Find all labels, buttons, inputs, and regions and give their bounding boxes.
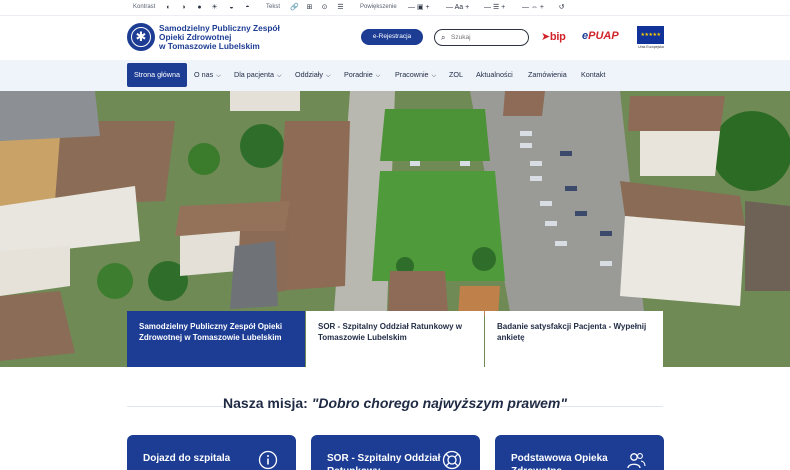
zoom-control[interactable]: — ▣ + [408, 3, 430, 12]
roof [745, 201, 790, 291]
logo-text[interactable]: Samodzielny Publiczny Zespół Opieki Zdro… [159, 24, 280, 51]
letter-spacing-control[interactable]: — ⇔ + [522, 3, 544, 12]
nav-contact[interactable]: Kontakt [581, 63, 605, 87]
chevron-down-icon: ⌵ [375, 73, 381, 79]
accessibility-toolbar: Kontrast ◐ ◑ ● ☀ ◒ ◓ Tekst 🔗 ⊞ ⊙ ☰ Powię… [0, 0, 790, 16]
roof [388, 271, 448, 313]
contrast-dark-icon[interactable]: ● [195, 3, 204, 12]
chevron-down-icon: ⌵ [216, 73, 221, 79]
info-icon [258, 450, 278, 470]
nav-procurement-label: Zamówienia [528, 70, 567, 79]
lifebuoy-icon [442, 450, 462, 470]
quick-card-sor[interactable]: SOR - Szpitalny Oddział Ratunkowy [311, 435, 480, 470]
link-highlight-icon[interactable]: 🔗 [290, 3, 299, 12]
roof [628, 96, 725, 131]
font-size-label: Aa [454, 4, 464, 11]
nav-procurement[interactable]: Zamówienia [528, 63, 567, 87]
quick-card-label: SOR - Szpitalny Oddział Ratunkowy [327, 453, 441, 470]
nav-wards[interactable]: Oddziały ⌵ [295, 63, 331, 87]
site-header: ✱ Samodzielny Publiczny Zespół Opieki Zd… [0, 16, 790, 60]
tree [472, 247, 496, 271]
epuap-text: PUAP [588, 30, 619, 42]
nav-zol-label: ZOL [449, 70, 463, 79]
nav-contact-label: Kontakt [581, 70, 606, 79]
search-box[interactable]: ⌕ [434, 29, 529, 46]
tree [240, 124, 284, 168]
roof [503, 91, 545, 116]
bip-logo-link[interactable]: ➤bip [541, 30, 566, 43]
hero-card-hospital[interactable]: Samodzielny Publiczny Zespół Opieki Zdro… [127, 311, 305, 367]
roof-grey [230, 241, 278, 309]
nav-news-label: Aktualności [476, 70, 513, 79]
nav-about[interactable]: O nas ⌵ [194, 63, 221, 87]
nav-home-label: Strona główna [134, 70, 180, 79]
contrast-label: Kontrast [133, 4, 156, 10]
quick-card-primary-care[interactable]: Podstawowa Opieka Zdrowotna [495, 435, 664, 470]
tree [97, 263, 133, 299]
brightness-icon[interactable]: ☀ [210, 3, 219, 12]
wall [230, 91, 300, 111]
eu-flag-icon[interactable]: ★★★★★ [637, 26, 664, 44]
nav-labs[interactable]: Pracownie ⌵ [395, 63, 436, 87]
nav-zol[interactable]: ZOL [449, 63, 463, 87]
e-registration-button[interactable]: e-Rejestracja [361, 29, 423, 45]
contrast-invert-icon[interactable]: ◑ [179, 3, 188, 12]
people-icon [627, 453, 646, 469]
readable-font-icon[interactable]: ⊙ [320, 3, 329, 12]
bip-arrow-icon: ➤ [541, 31, 550, 43]
mission-quote: "Dobro chorego najwyższym prawem" [311, 395, 567, 411]
nav-clinics-label: Poradnie [344, 70, 373, 79]
text-align-icon[interactable]: ☰ [336, 3, 345, 12]
reset-icon[interactable]: ↺ [557, 3, 566, 12]
chevron-down-icon: ⌵ [325, 73, 331, 79]
mission-heading: Nasza misja: "Dobro chorego najwyższym p… [0, 395, 790, 411]
text-spacing-icon[interactable]: ⊞ [305, 3, 314, 12]
mission-prefix: Nasza misja: [223, 395, 312, 411]
nav-clinics[interactable]: Poradnie ⌵ [344, 63, 380, 87]
hospital-logo-icon[interactable]: ✱ [127, 23, 155, 51]
main-nav: Strona główna O nas ⌵ Dla pacjenta ⌵ Oddzi… [0, 60, 790, 91]
quick-card-directions[interactable]: Dojazd do szpitala [127, 435, 296, 470]
quick-card-label: Dojazd do szpitala [143, 453, 231, 464]
nav-home[interactable]: Strona główna [127, 63, 187, 87]
eu-stars-icon: ★★★★★ [640, 32, 661, 38]
epuap-logo-link[interactable]: ePUAP [582, 30, 619, 42]
nav-for-patient-label: Dla pacjenta [234, 70, 274, 79]
search-input[interactable] [451, 32, 525, 43]
hero-card-sor[interactable]: SOR - Szpitalny Oddział Ratunkowy w Toma… [306, 311, 484, 367]
line-height-control[interactable]: — ☰ + [484, 3, 505, 12]
tree [712, 111, 790, 191]
zoom-label: Powiększenie [360, 4, 397, 10]
contrast-black-icon[interactable]: ◓ [243, 3, 252, 12]
logo-line-3: w Tomaszowie Lubelskim [159, 41, 260, 51]
roof [175, 201, 290, 236]
text-label: Tekst [266, 4, 281, 10]
search-icon[interactable]: ⌕ [441, 33, 445, 43]
nav-labs-label: Pracownie [395, 70, 429, 79]
quick-card-label: Podstawowa Opieka Zdrowotna [511, 453, 608, 470]
hero-card-survey[interactable]: Badanie satysfakcji Pacjenta - Wypełnij … [485, 311, 663, 367]
nav-about-label: O nas [194, 70, 214, 79]
tree [188, 143, 220, 175]
park-lawn-top [380, 109, 490, 161]
roof-grey [0, 91, 100, 141]
wall [640, 131, 720, 176]
star-of-life-icon: ✱ [135, 29, 147, 44]
eu-caption: Unia Europejska [638, 45, 664, 49]
wall [620, 216, 745, 306]
wall [180, 231, 240, 276]
nav-news[interactable]: Aktualności [476, 63, 513, 87]
chevron-down-icon: ⌵ [431, 73, 437, 79]
font-size-control[interactable]: — Aa + [446, 3, 469, 12]
chevron-down-icon: ⌵ [276, 73, 282, 79]
nav-wards-label: Oddziały [295, 70, 323, 79]
nav-for-patient[interactable]: Dla pacjenta ⌵ [234, 63, 282, 87]
contrast-half-icon[interactable]: ◐ [164, 3, 173, 12]
bip-text: bip [549, 31, 566, 43]
contrast-yellow-icon[interactable]: ◒ [227, 3, 236, 12]
